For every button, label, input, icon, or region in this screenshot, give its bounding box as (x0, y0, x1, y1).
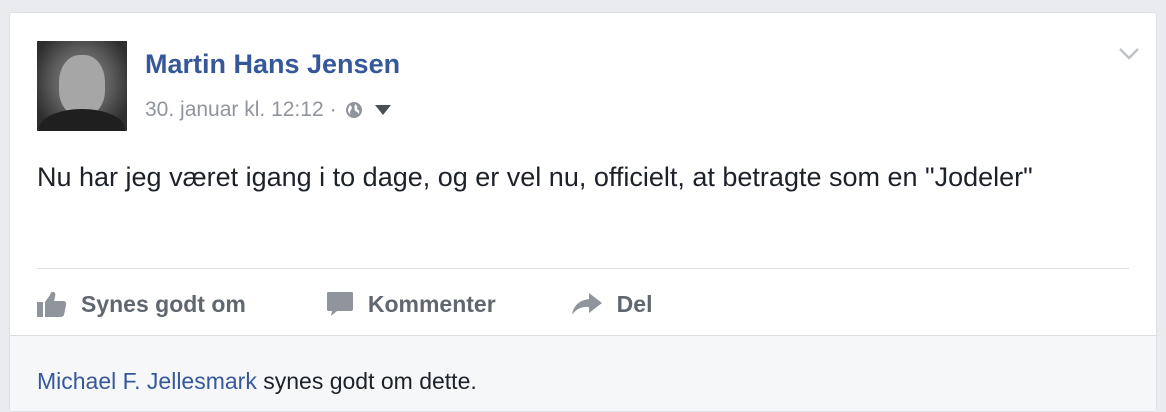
like-button[interactable]: Synes godt om (37, 291, 246, 318)
author-name[interactable]: Martin Hans Jensen (145, 49, 400, 80)
comment-button[interactable]: Kommenter (326, 291, 496, 318)
action-bar: Synes godt om Kommenter Del (37, 285, 652, 323)
share-button[interactable]: Del (571, 290, 653, 318)
avatar[interactable] (37, 41, 127, 131)
comment-label: Kommenter (367, 290, 496, 317)
like-label: Synes godt om (81, 290, 246, 317)
chevron-down-icon[interactable] (1118, 47, 1140, 61)
likes-footer: Michael F. Jellesmark synes godt om dett… (10, 335, 1156, 411)
post-timestamp[interactable]: 30. januar kl. 12:12 (145, 98, 324, 122)
meta-separator: · (329, 98, 337, 121)
divider (37, 268, 1129, 269)
post-meta: 30. januar kl. 12:12 · (145, 98, 391, 122)
share-label: Del (616, 290, 653, 317)
liker-name[interactable]: Michael F. Jellesmark (37, 368, 257, 394)
comment-icon (326, 291, 354, 317)
audience-caret-icon[interactable] (374, 105, 391, 115)
thumbs-up-icon (37, 291, 67, 317)
post-text: Nu har jeg været igang i to dage, og er … (37, 162, 1033, 192)
share-icon (571, 292, 603, 316)
likes-summary: Michael F. Jellesmark synes godt om dett… (37, 368, 477, 395)
likes-suffix: synes godt om dette. (256, 368, 477, 394)
globe-icon[interactable] (345, 101, 363, 119)
post-card: Martin Hans Jensen 30. januar kl. 12:12 … (9, 12, 1157, 412)
